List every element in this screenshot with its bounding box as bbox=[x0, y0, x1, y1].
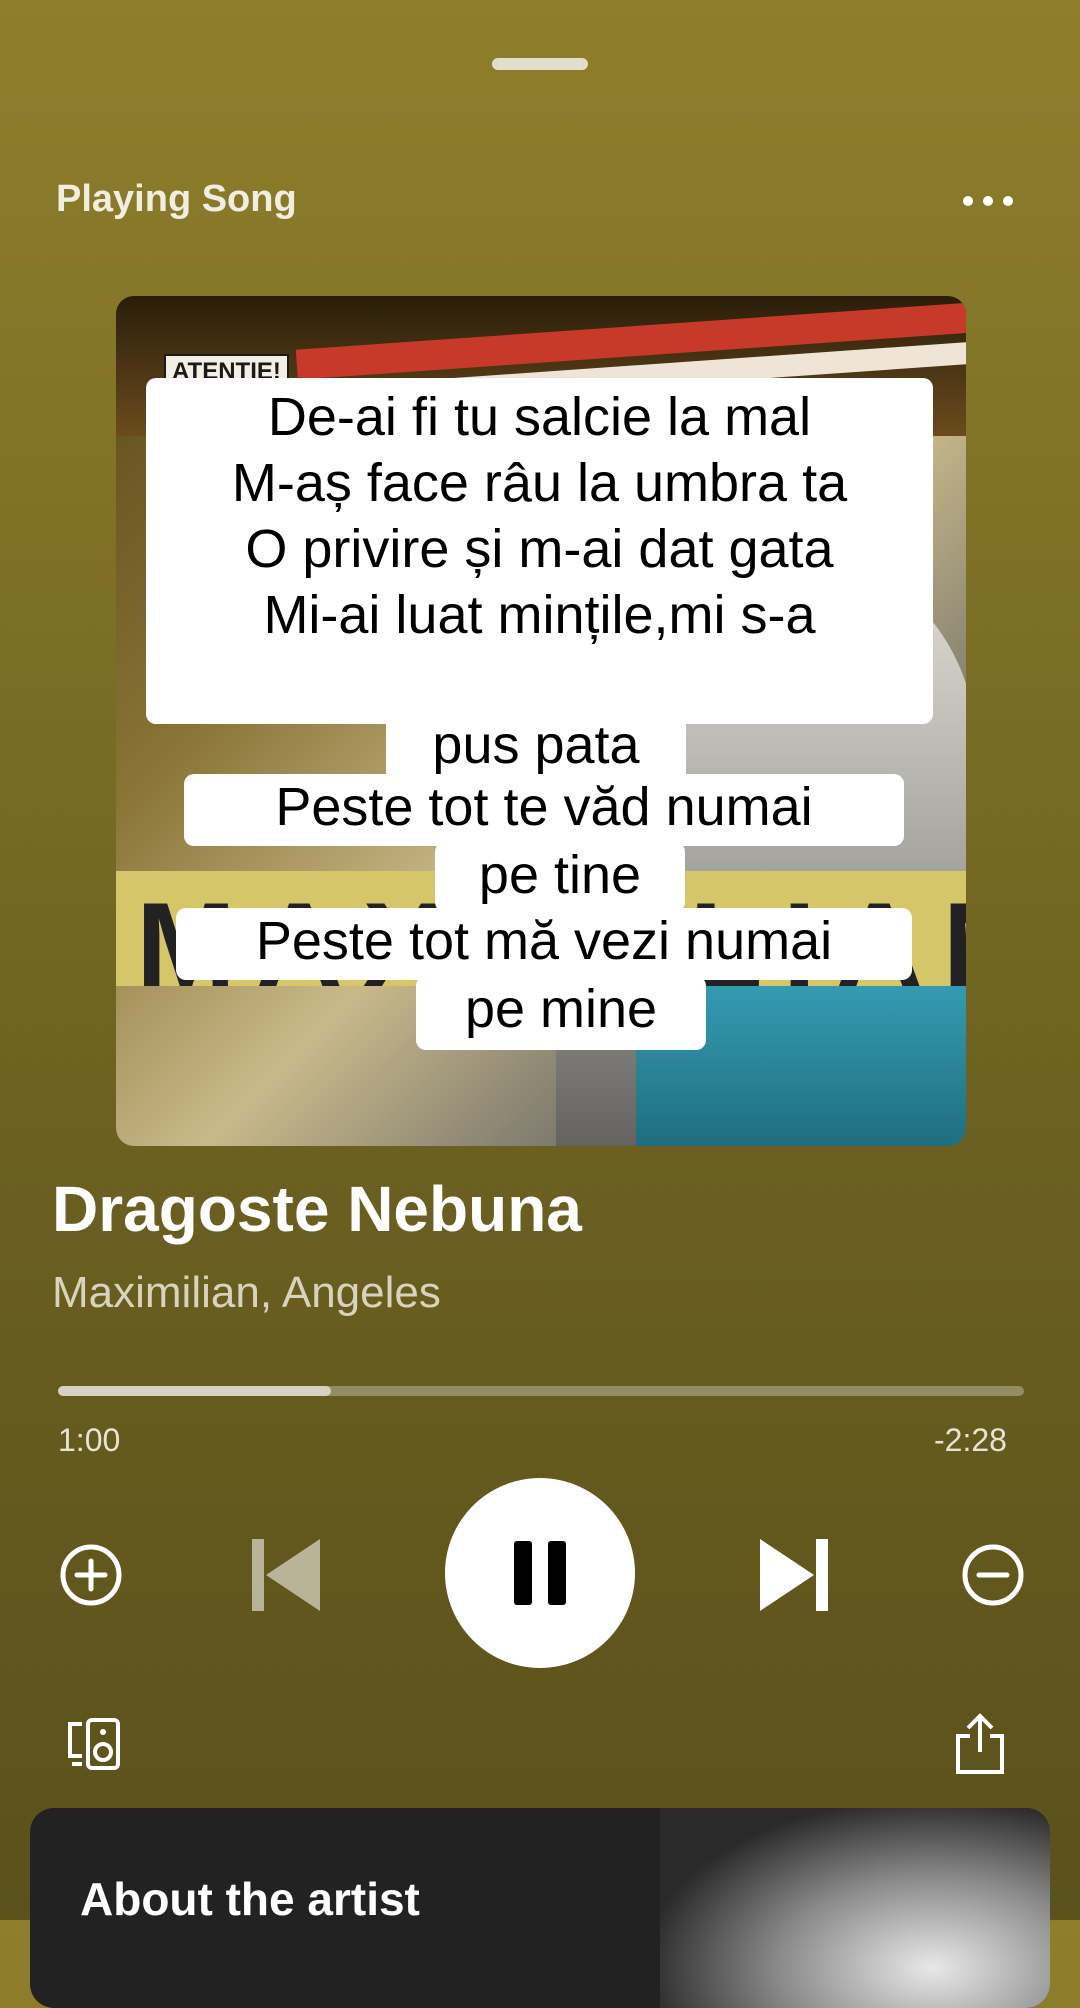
track-title[interactable]: Dragoste Nebuna bbox=[52, 1172, 582, 1246]
hide-song-button[interactable] bbox=[956, 1538, 1030, 1612]
lyrics-line: O privire și m-ai dat gata bbox=[245, 519, 834, 579]
about-artist-card[interactable]: About the artist bbox=[30, 1808, 1050, 2008]
lyrics-line: pe mine bbox=[416, 976, 706, 1050]
lyrics-block: De-ai fi tu salcie la mal M-aș face râu … bbox=[146, 378, 933, 724]
about-artist-title: About the artist bbox=[80, 1873, 420, 1925]
connect-device-icon bbox=[68, 1718, 120, 1770]
pause-icon bbox=[514, 1541, 566, 1605]
minus-circle-icon bbox=[962, 1544, 1024, 1606]
share-icon bbox=[956, 1713, 1004, 1774]
more-dot-icon bbox=[983, 196, 993, 206]
skip-forward-icon bbox=[760, 1539, 828, 1611]
lyrics-line: De-ai fi tu salcie la mal bbox=[267, 387, 812, 447]
pause-button[interactable] bbox=[445, 1478, 635, 1668]
lyrics-line: Mi-ai luat mințile,mi s-a bbox=[263, 585, 816, 645]
lyrics-line: M-aș face râu la umbra ta bbox=[231, 453, 848, 513]
share-button[interactable] bbox=[948, 1710, 1012, 1778]
lyrics-line: Peste tot mă vezi numai bbox=[176, 908, 912, 980]
next-button[interactable] bbox=[754, 1530, 834, 1620]
time-remaining: -2:28 bbox=[934, 1422, 1007, 1458]
skip-back-icon bbox=[252, 1539, 320, 1611]
more-options-button[interactable] bbox=[958, 183, 1018, 219]
more-dot-icon bbox=[1003, 196, 1013, 206]
lyrics-line: pus pata bbox=[386, 712, 686, 782]
artist-photo bbox=[660, 1808, 1050, 2008]
track-artist[interactable]: Maximilian, Angeles bbox=[52, 1268, 441, 1318]
lyrics-line: Peste tot te văd numai bbox=[184, 774, 904, 846]
lyrics-line: pe tine bbox=[435, 842, 685, 912]
progress-fill bbox=[58, 1386, 332, 1396]
add-to-playlist-button[interactable] bbox=[54, 1538, 128, 1612]
previous-button[interactable] bbox=[246, 1530, 326, 1620]
time-elapsed: 1:00 bbox=[58, 1422, 121, 1458]
drag-handle[interactable] bbox=[492, 58, 588, 70]
connect-device-button[interactable] bbox=[62, 1712, 126, 1776]
progress-bar[interactable] bbox=[58, 1386, 1024, 1396]
plus-circle-icon bbox=[60, 1544, 122, 1606]
more-dot-icon bbox=[963, 196, 973, 206]
lyrics-overlay: De-ai fi tu salcie la mal M-aș face râu … bbox=[116, 296, 966, 1146]
page-title: Playing Song bbox=[56, 178, 297, 220]
